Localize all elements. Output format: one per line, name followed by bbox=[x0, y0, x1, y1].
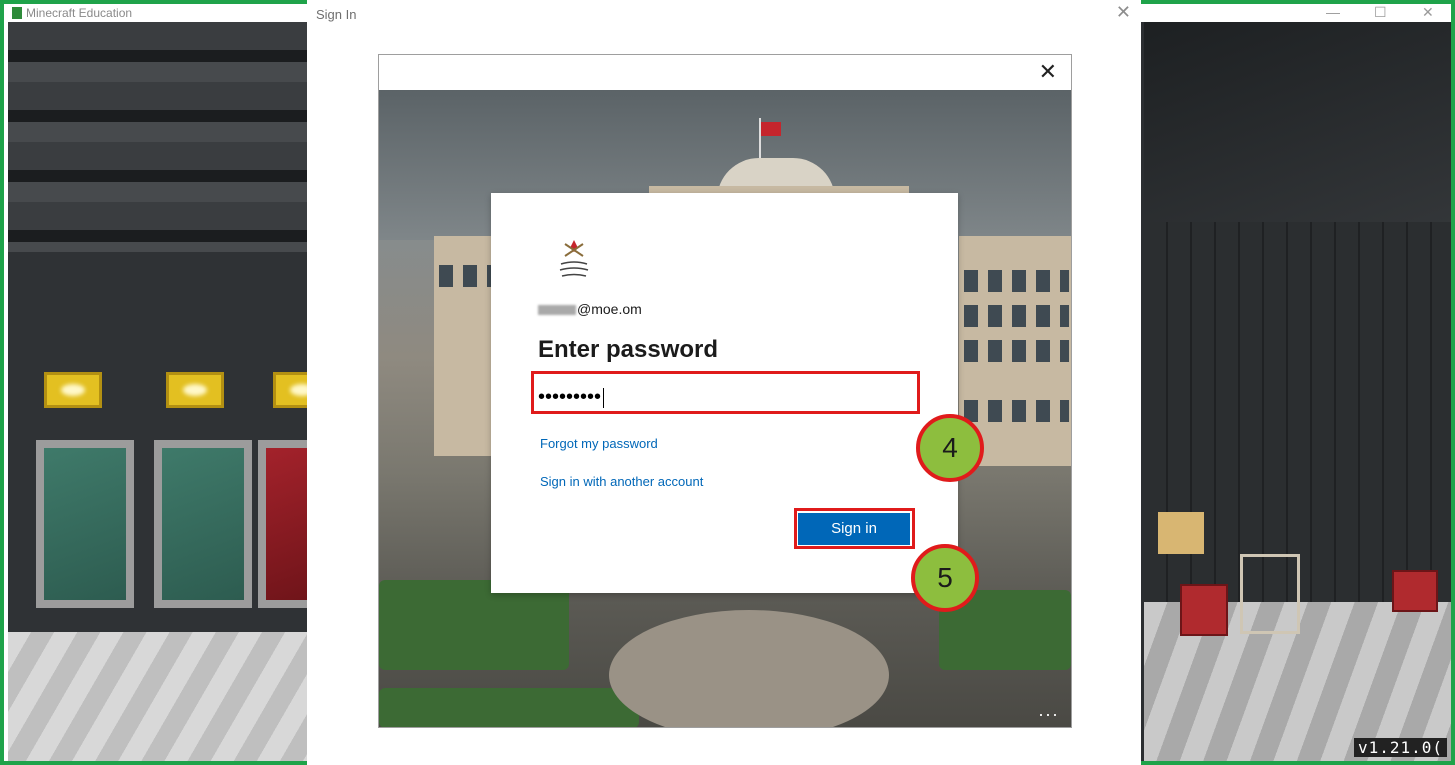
email-domain: @moe.om bbox=[577, 301, 642, 317]
flag bbox=[761, 122, 781, 136]
red-item-block bbox=[1392, 570, 1438, 612]
version-label: v1.21.0( bbox=[1353, 738, 1447, 757]
window-row bbox=[964, 340, 1069, 362]
page-title: Enter password bbox=[538, 336, 719, 363]
roundabout bbox=[609, 610, 889, 727]
lawn bbox=[379, 580, 569, 670]
more-options-icon[interactable]: ··· bbox=[1038, 704, 1059, 725]
account-email: @moe.om bbox=[538, 301, 642, 317]
chair-figure bbox=[1240, 554, 1300, 634]
redacted-username bbox=[538, 305, 576, 316]
dialog-titlebar: ✕ bbox=[379, 55, 1071, 90]
ceiling-left bbox=[8, 22, 308, 252]
red-mob-figure bbox=[1180, 584, 1228, 636]
password-highlight-box bbox=[531, 371, 920, 414]
close-icon[interactable]: ✕ bbox=[1422, 4, 1434, 21]
window-row bbox=[964, 270, 1069, 292]
signin-highlight-box bbox=[794, 508, 915, 549]
another-account-link[interactable]: Sign in with another account bbox=[540, 474, 703, 489]
signin-window-title: Sign In bbox=[316, 7, 357, 22]
signin-window-close-icon[interactable]: ✕ bbox=[1116, 2, 1131, 23]
lamp-block bbox=[44, 372, 102, 408]
minecraft-app-icon bbox=[12, 7, 22, 19]
dialog-close-icon[interactable]: ✕ bbox=[1039, 59, 1057, 85]
step-badge-5: 5 bbox=[911, 544, 979, 612]
ministry-logo bbox=[559, 240, 589, 277]
lawn bbox=[379, 688, 639, 727]
crate-block bbox=[1158, 512, 1204, 554]
app-title: Minecraft Education bbox=[26, 6, 133, 20]
window-row bbox=[964, 400, 1069, 422]
minimize-icon[interactable]: — bbox=[1326, 4, 1340, 20]
floor-left bbox=[8, 632, 308, 761]
display-panel bbox=[154, 440, 252, 608]
forgot-password-link[interactable]: Forgot my password bbox=[540, 436, 658, 451]
step-badge-4: 4 bbox=[916, 414, 984, 482]
display-panel bbox=[36, 440, 134, 608]
maximize-icon[interactable]: ☐ bbox=[1374, 4, 1387, 21]
lamp-block bbox=[166, 372, 224, 408]
window-row bbox=[964, 305, 1069, 327]
